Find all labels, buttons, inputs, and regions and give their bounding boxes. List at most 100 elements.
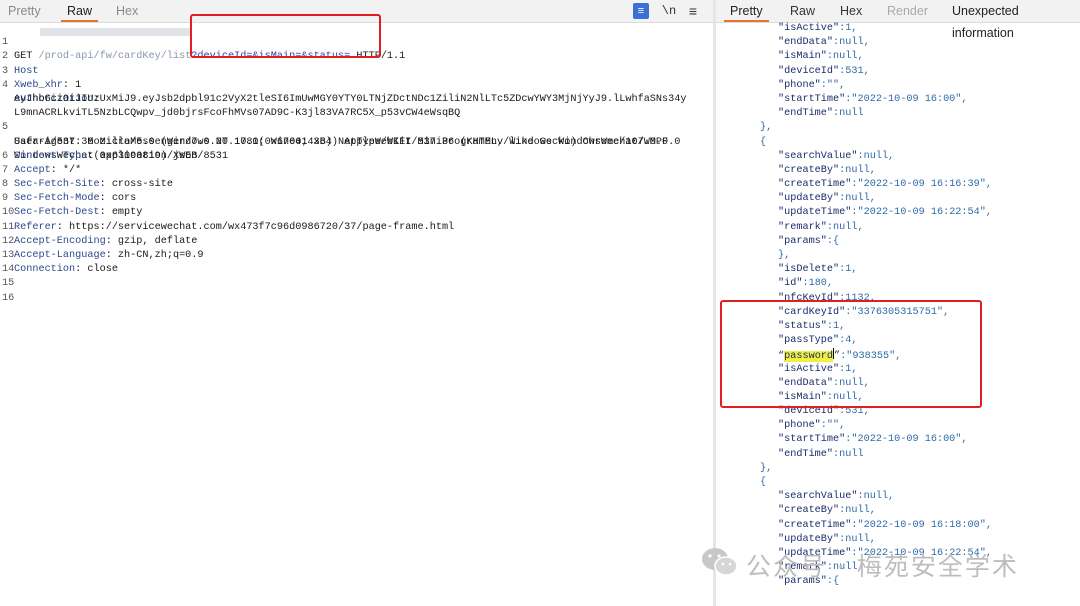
header-value: : */*	[50, 164, 82, 176]
header-value: : close	[75, 264, 118, 276]
json-line-text: "endTime":null	[778, 448, 864, 462]
json-value: },	[760, 462, 773, 474]
json-key: "params"	[778, 235, 827, 247]
header-key: Accept	[14, 164, 51, 176]
wrapped-line: eyJhbGciOiJIUzUxMiJ9.eyJsb2dpbl91c2VyX2t…	[0, 79, 713, 105]
json-line: "searchValue":null,	[716, 490, 1080, 504]
json-value: :"",	[820, 420, 846, 432]
json-line-text: {	[760, 136, 766, 150]
json-line: "searchValue":null,	[716, 150, 1080, 164]
json-value: :531,	[839, 65, 870, 77]
json-line-text: },	[778, 249, 790, 263]
json-value: :"",	[820, 79, 846, 91]
request-pane: Pretty Raw Hex ≡ \n ≡ 1 GET /prod-api/fw…	[0, 0, 713, 606]
header-line: 6 Content-Type: application/json	[0, 150, 713, 164]
json-line: "updateTime":"2022-10-09 16:22:54",	[716, 206, 1080, 220]
json-key: "endTime"	[778, 448, 834, 460]
json-line: "remark":null,	[716, 221, 1080, 235]
newline-toggle-icon[interactable]: \n	[661, 3, 677, 19]
request-body[interactable]: 1 GET /prod-api/fw/cardKey/list?deviceId…	[0, 22, 713, 306]
line-number: 7	[2, 164, 9, 176]
json-line-text: "isActive":1,	[778, 22, 857, 36]
header-value: : empty	[99, 207, 143, 219]
json-line-text: "searchValue":null,	[778, 150, 894, 164]
json-line-text: "isMain":null,	[778, 50, 864, 64]
header-text: Sec-Fetch-Site: cross-site	[14, 178, 173, 192]
json-value: {	[760, 136, 767, 148]
header-value: : cors	[99, 193, 137, 205]
json-line-text: "createBy":null,	[778, 504, 876, 518]
json-line-text: "deviceId":531,	[778, 65, 870, 79]
json-key: "createBy"	[778, 164, 840, 176]
json-value: },	[760, 122, 773, 134]
header-line: 8 Sec-Fetch-Site: cross-site	[0, 178, 713, 192]
list-icon[interactable]: ≡	[633, 3, 649, 19]
json-value: :"2022-10-09 16:00",	[845, 93, 968, 105]
header-line: 14 Connection: close	[0, 263, 713, 277]
header-line: 12 Accept-Encoding: gzip, deflate	[0, 235, 713, 249]
json-line: "isMain":null,	[716, 50, 1080, 64]
header-text: Accept-Language: zh-CN,zh;q=0.9	[14, 249, 204, 263]
json-value: },	[778, 250, 791, 261]
json-line-text: {	[760, 476, 766, 490]
json-line: "params":{	[716, 235, 1080, 249]
watermark: 公众号 · 梅苑安全学术	[700, 543, 1060, 583]
json-line-text: },	[760, 121, 772, 135]
header-text: Sec-Fetch-Dest: empty	[14, 206, 142, 220]
json-line-text: "remark":null,	[778, 221, 864, 235]
header-text: Content-Type: application/json	[14, 150, 197, 164]
json-line: "phone":"",	[716, 419, 1080, 433]
tab-hex[interactable]: Hex	[840, 0, 862, 22]
json-value: :"2022-10-09 16:00",	[845, 434, 968, 446]
json-line: "phone":"",	[716, 79, 1080, 93]
json-value: :null,	[826, 51, 864, 63]
json-value: :null	[833, 108, 864, 120]
header-key: Connection	[14, 264, 76, 276]
json-line: "endTime":null	[716, 448, 1080, 462]
line-number: 8	[2, 179, 9, 191]
header-line: 11 Referer: https://servicewechat.com/wx4…	[0, 221, 713, 235]
header-text: Sec-Fetch-Mode: cors	[14, 192, 136, 206]
tab-raw[interactable]: Raw	[61, 0, 99, 22]
json-line: "createTime":"2022-10-09 16:18:00",	[716, 519, 1080, 533]
tab-pretty[interactable]: Pretty	[724, 0, 769, 22]
json-line-text: "searchValue":null,	[778, 490, 894, 504]
json-key: "updateBy"	[778, 193, 840, 205]
header-value: : https://servicewechat.com/wx473f7c96d0…	[56, 221, 455, 233]
json-value: :1,	[839, 23, 858, 34]
tab-raw[interactable]: Raw	[790, 0, 815, 22]
password-highlight-box	[720, 300, 982, 408]
tab-pretty-label: Pretty	[730, 4, 763, 18]
header-text: Referer: https://servicewechat.com/wx473…	[14, 221, 454, 235]
json-line-text: "phone":"",	[778, 419, 845, 433]
json-key: "id"	[778, 278, 803, 290]
json-line-text: "params":{	[778, 235, 839, 249]
json-value: :{	[826, 235, 840, 247]
json-line-text: "endData":null,	[778, 36, 870, 50]
wrapped-line: Safari/537.36 MicroMessenger/7.0.20.1781…	[0, 121, 713, 148]
tab-unexpected-information[interactable]: Unexpected information	[952, 0, 1080, 40]
tab-render[interactable]: Render	[887, 0, 928, 22]
json-line: "createBy":null,	[716, 164, 1080, 178]
request-toolbar-icons: ≡ \n ≡	[621, 0, 701, 22]
json-line-text: "updateTime":"2022-10-09 16:22:54",	[778, 206, 992, 220]
header-key: Accept-Language	[14, 250, 106, 261]
json-line-text: "updateBy":null,	[778, 192, 876, 206]
json-line-text: "endTime":null	[778, 107, 864, 121]
header-key: Sec-Fetch-Site	[14, 179, 100, 191]
json-key: "createTime"	[778, 519, 852, 531]
header-key: Referer	[14, 221, 57, 233]
json-value: :null,	[826, 221, 864, 233]
tab-pretty[interactable]: Pretty	[8, 0, 41, 22]
json-line-text: "createTime":"2022-10-09 16:16:39",	[778, 178, 992, 192]
json-key: "isDelete"	[778, 264, 840, 276]
json-line: {	[716, 476, 1080, 490]
redacted-host	[40, 28, 190, 36]
menu-icon[interactable]: ≡	[685, 3, 701, 19]
tab-hex[interactable]: Hex	[116, 0, 138, 22]
json-key: "endTime"	[778, 108, 834, 120]
json-value: :"2022-10-09 16:22:54",	[851, 207, 992, 219]
json-line: "id":180,	[716, 277, 1080, 291]
json-line: "endTime":null	[716, 107, 1080, 121]
header-line: 13 Accept-Language: zh-CN,zh;q=0.9	[0, 249, 713, 263]
